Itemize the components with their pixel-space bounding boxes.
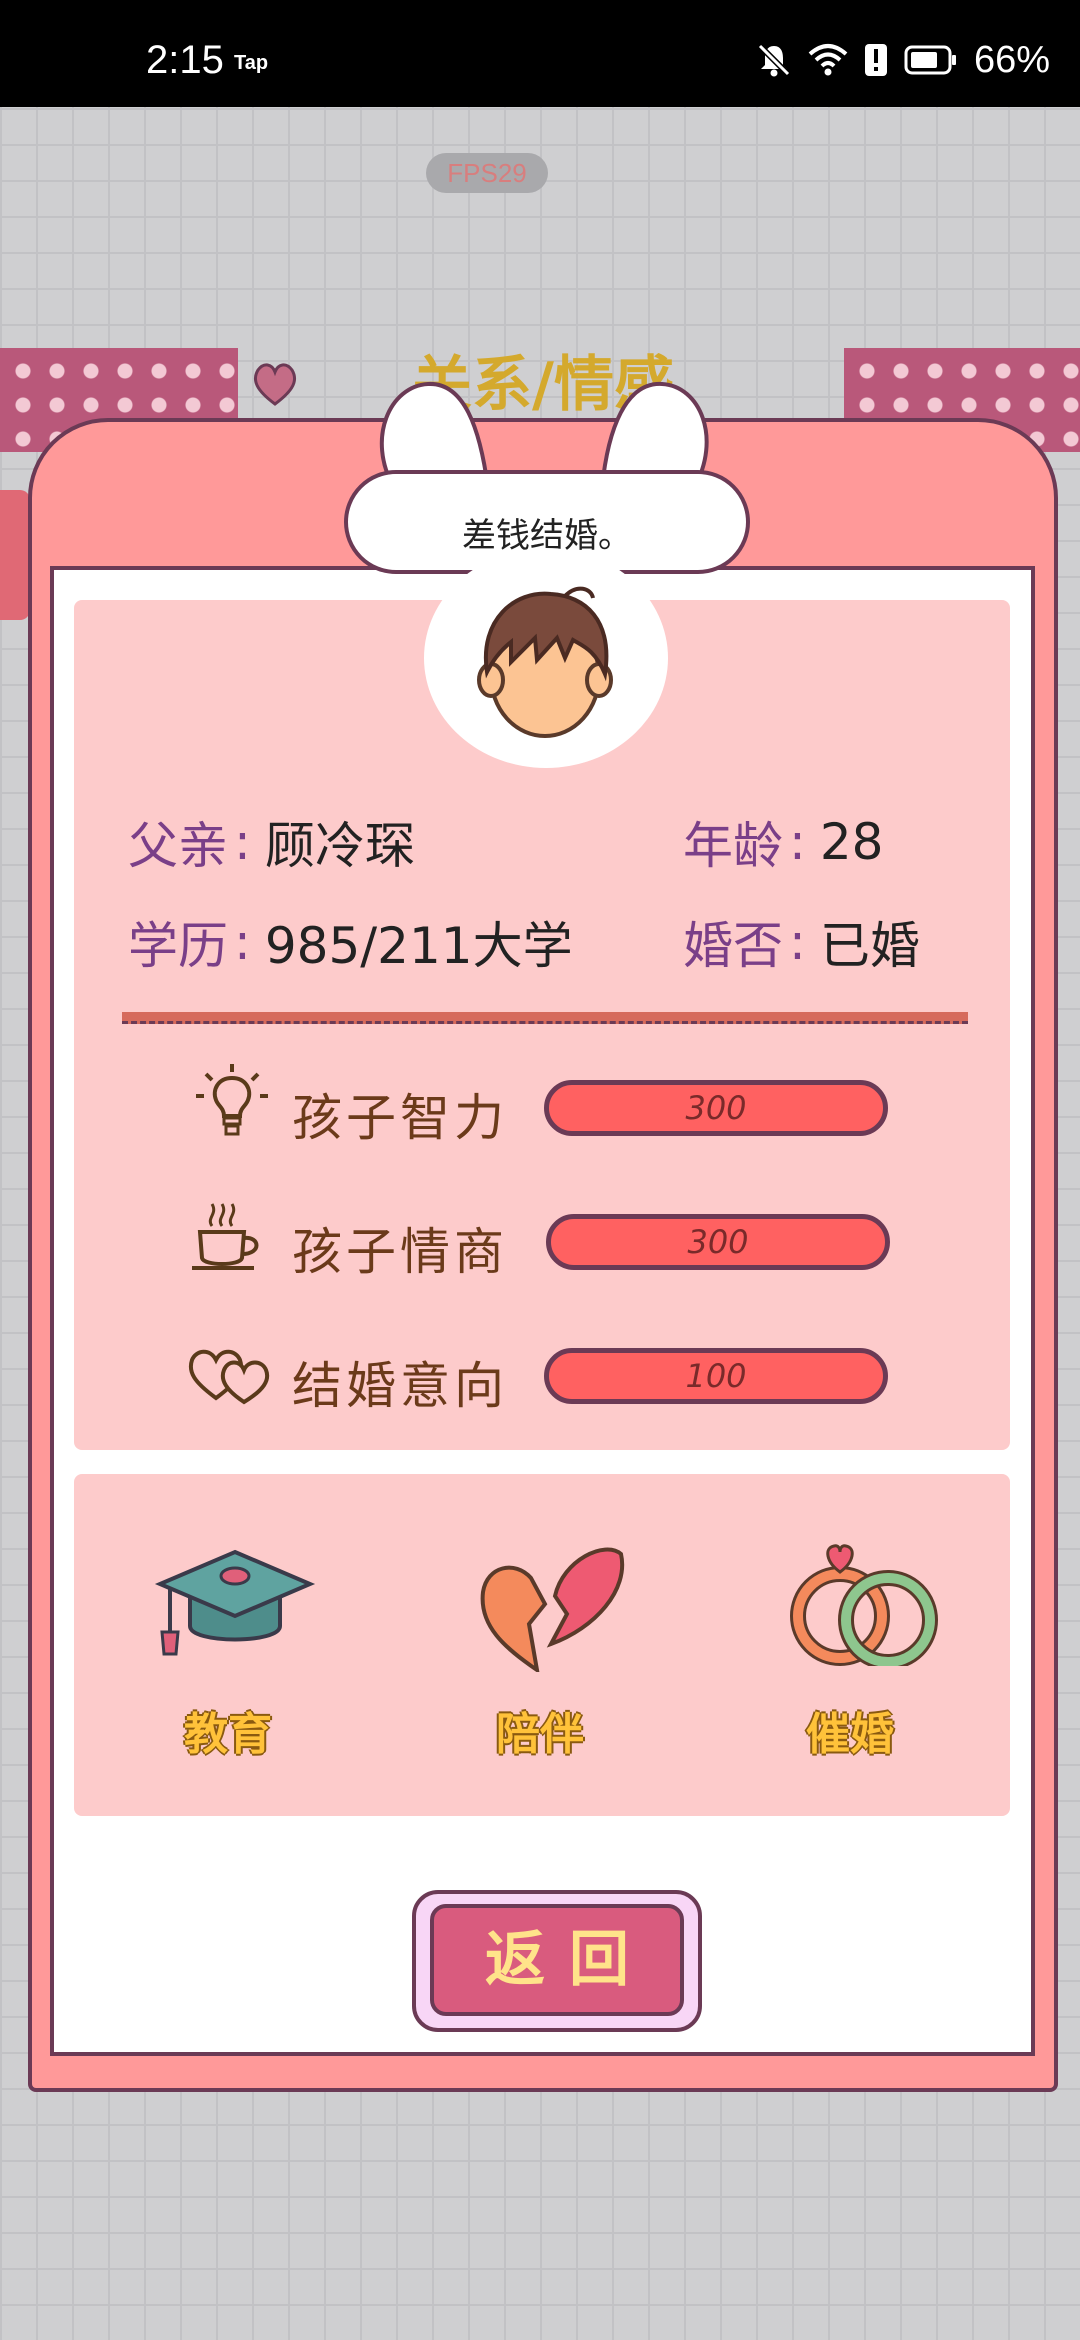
stat-label-eq: 孩子情商 [292,1223,508,1281]
urge-marriage-label: 催婚 [806,1709,894,1760]
companionship-label: 陪伴 [496,1709,584,1760]
stat-bar-intelligence: 300 [544,1080,888,1136]
mute-bell-icon [757,43,791,77]
stat-label-marriage-intent: 结婚意向 [292,1357,508,1415]
age-value: 28 [819,813,884,871]
lightbulb-icon [196,1064,268,1136]
marital-value: 已婚 [819,917,920,975]
wifi-icon [808,44,848,76]
marital-label: 婚否 [683,917,783,975]
background-heart-icon [253,363,297,406]
father-value: 顾冷琛 [264,817,415,875]
status-app-badge: Tap [234,52,269,74]
background-side-tab [0,490,30,620]
marital-colon: : [789,913,806,971]
stat-bar-marriage-intent: 100 [544,1348,888,1404]
graduation-cap-icon [154,1549,316,1656]
alert-icon [864,44,887,76]
education-label: 学历 [128,917,228,975]
father-label: 父亲 [128,817,228,875]
stat-bar-eq: 300 [546,1214,890,1270]
education-label: 教育 [184,1709,272,1760]
status-time: 2:15 [146,38,224,82]
age-colon: : [789,813,806,871]
age-label: 年龄 [683,817,783,875]
marital-field: 婚否 : 已婚 [683,906,920,978]
wedding-rings-icon [790,1544,938,1670]
battery-icon [904,45,956,75]
father-colon: : [234,813,251,871]
education-colon: : [234,913,251,971]
status-bar: 2:15 Tap 66% [0,0,1080,107]
age-field: 年龄 : 28 [683,806,883,878]
back-button[interactable]: 返回 [430,1904,684,2016]
fps-counter: FPS29 [426,153,548,193]
avatar [477,586,613,738]
divider [122,1012,968,1024]
battery-percent: 66% [973,38,1050,81]
father-field: 父亲 : 顾冷琛 [128,806,415,878]
coffee-cup-icon [192,1203,259,1270]
education-field: 学历 : 985/211大学 [128,906,573,978]
stat-label-intelligence: 孩子智力 [292,1089,508,1147]
broken-heart-icon [480,1547,625,1675]
education-value: 985/211大学 [264,917,573,975]
status-icons: 66% [756,38,1050,81]
hearts-icon [188,1349,270,1405]
